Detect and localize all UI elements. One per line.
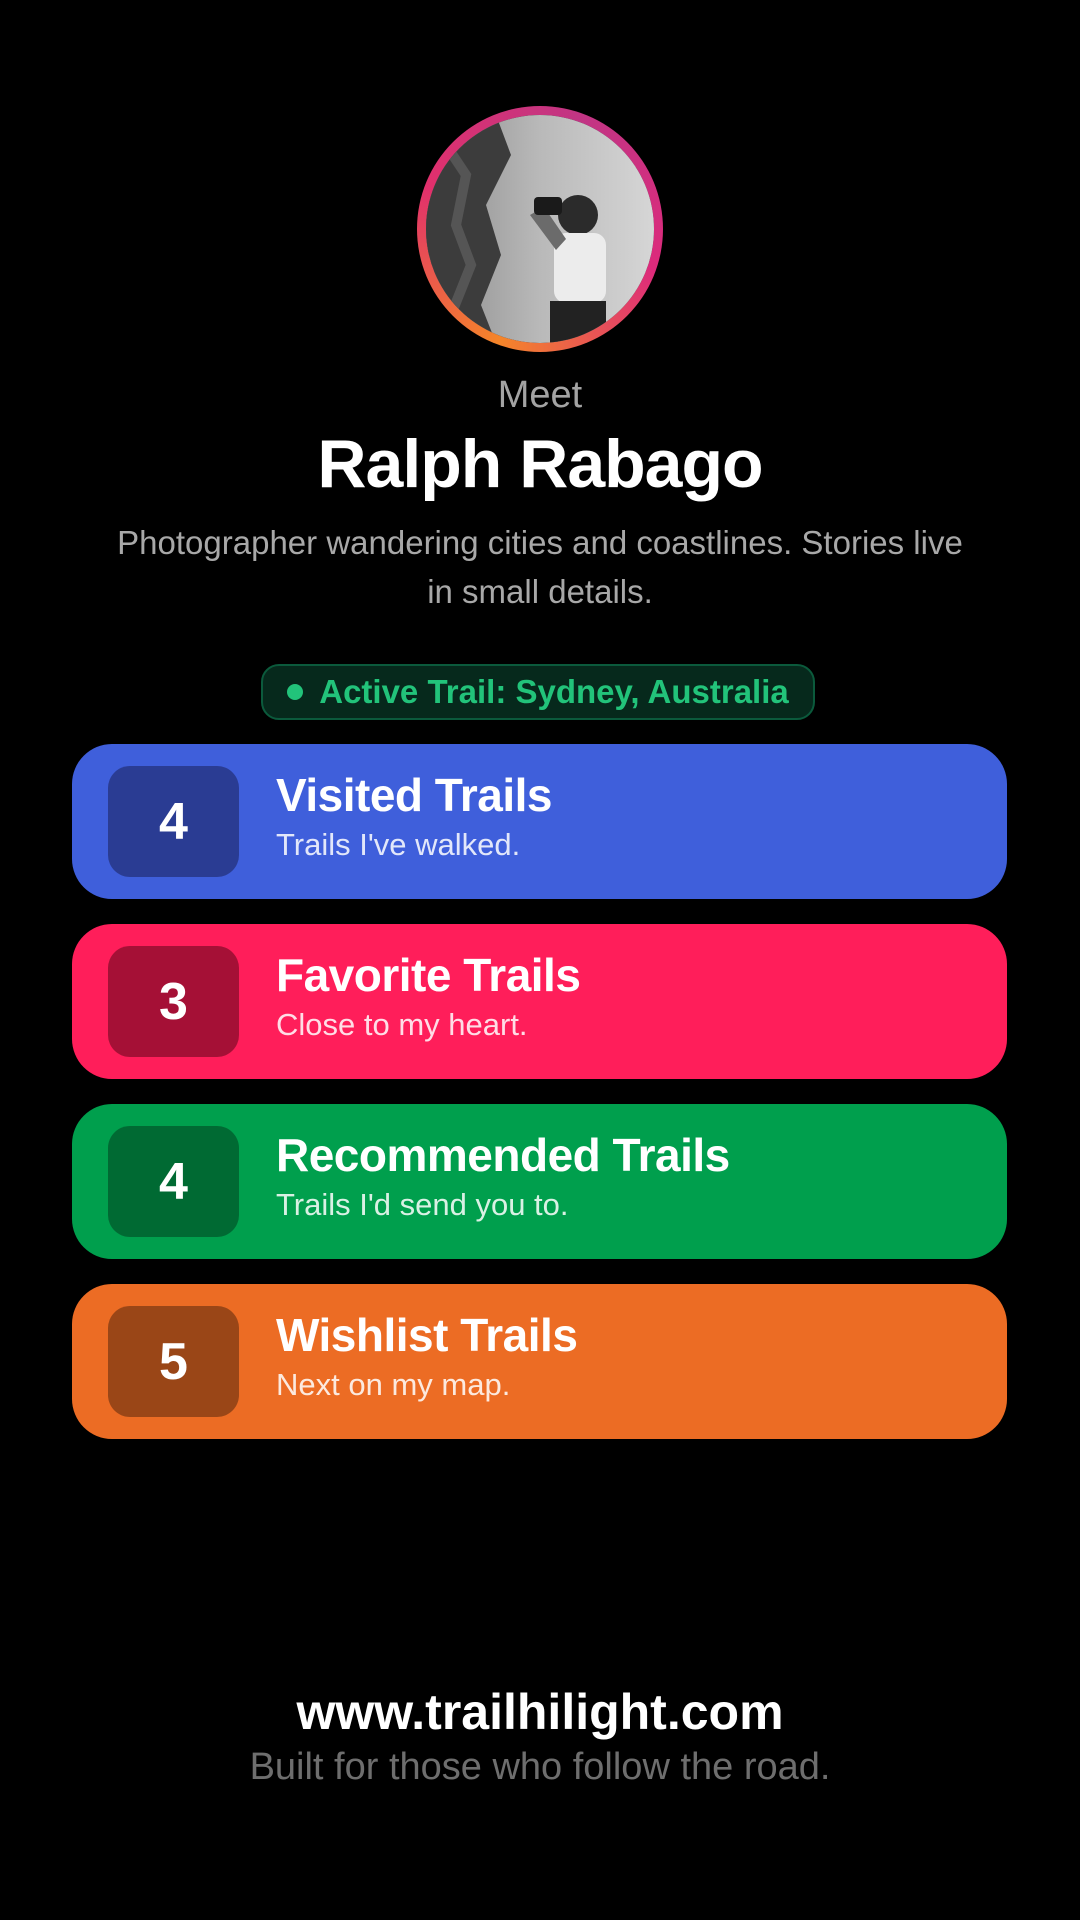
card-subtitle: Next on my map. xyxy=(276,1367,511,1402)
card-wishlist-trails[interactable]: 5 Wishlist Trails Next on my map. xyxy=(72,1284,1007,1439)
card-title: Recommended Trails xyxy=(276,1129,730,1181)
card-subtitle: Trails I'd send you to. xyxy=(276,1187,569,1222)
card-favorite-trails[interactable]: 3 Favorite Trails Close to my heart. xyxy=(72,924,1007,1079)
card-recommended-trails[interactable]: 4 Recommended Trails Trails I'd send you… xyxy=(72,1104,1007,1259)
active-trail-badge[interactable]: Active Trail: Sydney, Australia xyxy=(261,664,815,720)
trail-count-badge: 3 xyxy=(108,946,239,1057)
footer-tagline: Built for those who follow the road. xyxy=(249,1746,831,1788)
profile-photo-icon xyxy=(426,115,654,343)
avatar[interactable] xyxy=(426,115,654,343)
profile-name: Ralph Rabago xyxy=(317,426,763,502)
meet-label: Meet xyxy=(497,374,583,416)
card-title: Wishlist Trails xyxy=(276,1309,578,1361)
card-subtitle: Trails I've walked. xyxy=(276,827,521,862)
active-trail-label: Active Trail: Sydney, Australia xyxy=(319,673,789,710)
trail-count-badge: 4 xyxy=(108,1126,239,1237)
profile-bio: Photographer wandering cities and coastl… xyxy=(117,524,963,610)
card-title: Favorite Trails xyxy=(276,949,581,1001)
website-link[interactable]: www.trailhilight.com xyxy=(0,1683,1080,1741)
card-visited-trails[interactable]: 4 Visited Trails Trails I've walked. xyxy=(72,744,1007,899)
trail-count-badge: 5 xyxy=(108,1306,239,1417)
trail-count-badge: 4 xyxy=(108,766,239,877)
status-dot-icon xyxy=(287,684,304,700)
card-subtitle: Close to my heart. xyxy=(276,1007,528,1042)
avatar-ring xyxy=(417,106,663,352)
card-title: Visited Trails xyxy=(276,769,552,821)
